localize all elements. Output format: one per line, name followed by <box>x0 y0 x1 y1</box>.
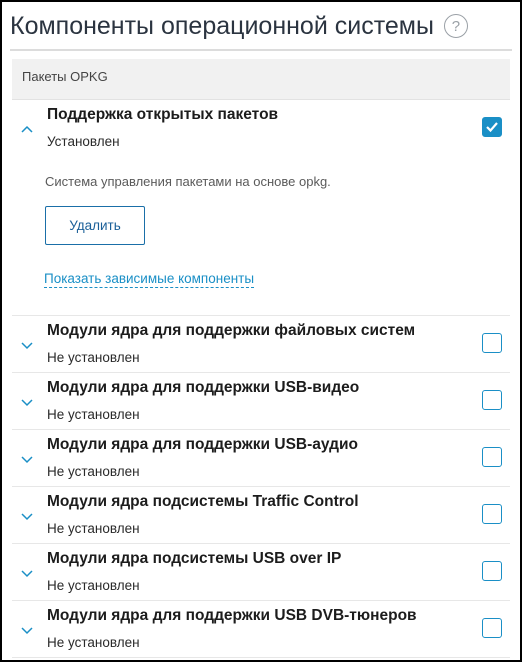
component-title: Модули ядра для поддержки файловых систе… <box>47 322 416 339</box>
component-checkbox[interactable] <box>482 390 502 410</box>
component-description: Система управления пакетами на основе op… <box>45 174 331 189</box>
component-item[interactable]: Модули ядра для поддержки USB DVB-тюнеро… <box>12 601 510 658</box>
component-checkbox[interactable] <box>482 618 502 638</box>
component-status: Не установлен <box>47 635 140 650</box>
chevron-down-icon[interactable] <box>20 568 34 578</box>
page-title: Компоненты операционной системы <box>10 11 434 40</box>
component-status: Не установлен <box>47 464 140 479</box>
remove-button[interactable]: Удалить <box>45 206 145 245</box>
chevron-down-icon[interactable] <box>20 340 34 350</box>
component-item[interactable]: Модули ядра для поддержки USB-видео Не у… <box>12 373 510 430</box>
section-header: Пакеты OPKG <box>12 59 510 100</box>
component-status: Не установлен <box>47 521 140 536</box>
component-status: Не установлен <box>47 350 140 365</box>
component-item[interactable]: Модули ядра для поддержки файловых систе… <box>12 316 510 373</box>
show-dependencies-link[interactable]: Показать зависимые компоненты <box>44 271 255 288</box>
chevron-up-icon[interactable] <box>20 124 34 134</box>
component-title: Модули ядра для поддержки USB-видео <box>47 379 360 396</box>
component-status: Не установлен <box>47 407 140 422</box>
component-checkbox[interactable] <box>482 333 502 353</box>
component-item[interactable]: Модули ядра подсистемы Traffic Control Н… <box>12 487 510 544</box>
component-checkbox[interactable] <box>482 117 502 137</box>
component-checkbox[interactable] <box>482 561 502 581</box>
component-title: Модули ядра для поддержки USB-аудио <box>47 436 358 453</box>
component-title: Модули ядра подсистемы Traffic Control <box>47 493 359 510</box>
help-icon[interactable]: ? <box>443 14 468 38</box>
chevron-down-icon[interactable] <box>20 454 34 464</box>
checkmark-icon <box>486 122 498 133</box>
page-header: Компоненты операционной системы ? <box>10 8 468 44</box>
header-divider <box>10 49 512 51</box>
component-status: Не установлен <box>47 578 140 593</box>
component-title: Модули ядра для поддержки USB DVB-тюнеро… <box>47 607 417 624</box>
component-checkbox[interactable] <box>482 447 502 467</box>
components-panel: Компоненты операционной системы ? Пакеты… <box>0 0 522 662</box>
component-status: Установлен <box>47 134 120 149</box>
component-checkbox[interactable] <box>482 504 502 524</box>
component-title: Поддержка открытых пакетов <box>47 106 279 123</box>
chevron-down-icon[interactable] <box>20 625 34 635</box>
section-title: Пакеты OPKG <box>22 69 108 84</box>
component-title: Модули ядра подсистемы USB over IP <box>47 550 342 567</box>
component-item-open-packages[interactable]: Поддержка открытых пакетов Установлен Си… <box>12 100 510 316</box>
chevron-down-icon[interactable] <box>20 397 34 407</box>
component-item[interactable]: Модули ядра для поддержки USB-аудио Не у… <box>12 430 510 487</box>
component-item[interactable]: Модули ядра подсистемы USB over IP Не ус… <box>12 544 510 601</box>
chevron-down-icon[interactable] <box>20 511 34 521</box>
component-list: Поддержка открытых пакетов Установлен Си… <box>12 100 510 658</box>
